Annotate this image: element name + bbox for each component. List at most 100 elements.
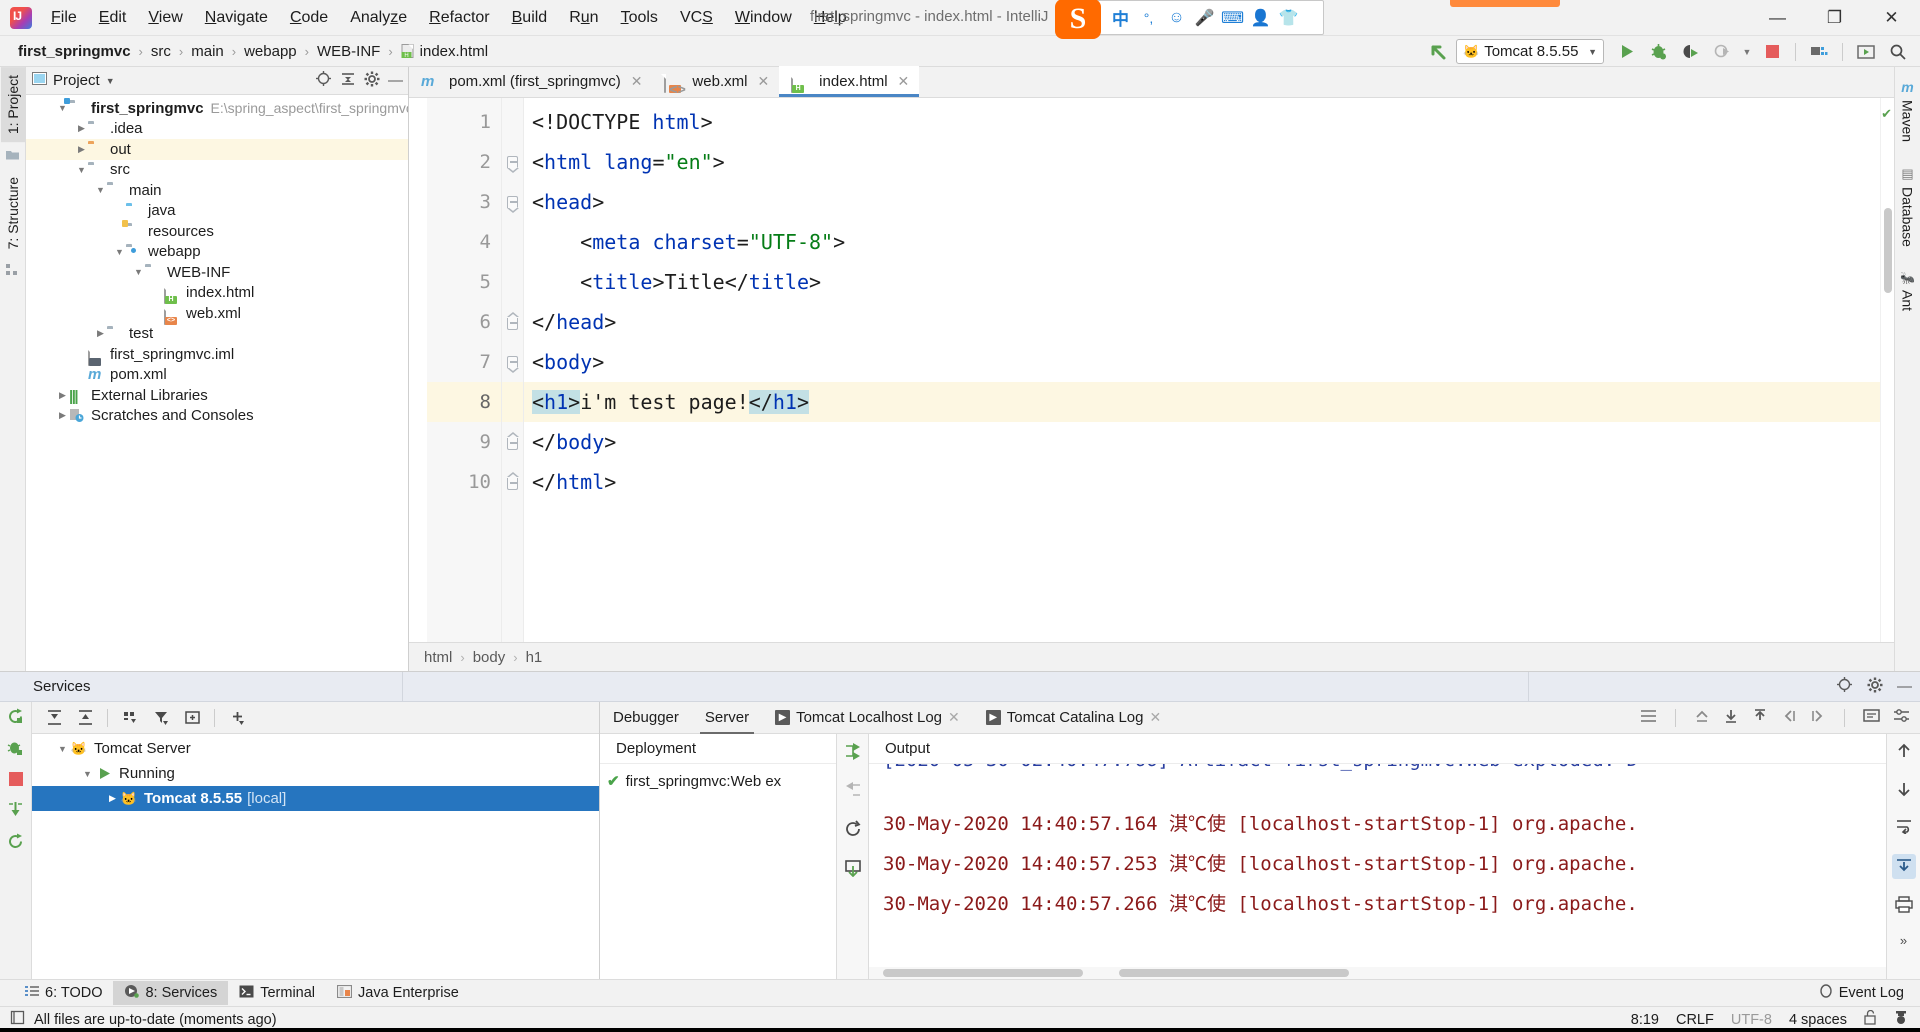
- settings-icon[interactable]: [1893, 708, 1910, 727]
- add-tab-icon[interactable]: [178, 706, 206, 730]
- code-folding-gutter[interactable]: [502, 98, 524, 642]
- collapse-all-icon[interactable]: [71, 706, 99, 730]
- scrollbar-thumb[interactable]: [1884, 208, 1892, 293]
- fold-open-icon[interactable]: [502, 182, 523, 222]
- twisty-expanded-icon[interactable]: ▼: [75, 165, 88, 175]
- menu-refactor[interactable]: Refactor: [418, 6, 500, 30]
- tree-node-index-html[interactable]: Hindex.html: [26, 283, 408, 305]
- editor-tab-pom.xml[interactable]: m pom.xml (first_springmvc) ✕: [409, 66, 652, 97]
- expand-all-icon[interactable]: [40, 706, 68, 730]
- editor-scrollbar[interactable]: ✔: [1880, 98, 1894, 642]
- twisty-collapsed-icon[interactable]: ▶: [56, 390, 69, 401]
- log-tab-tomcat-catalina-log[interactable]: ▶ Tomcat Catalina Log ✕: [973, 702, 1174, 734]
- twisty-expanded-icon[interactable]: ▼: [56, 744, 69, 754]
- hide-icon[interactable]: —: [1897, 679, 1912, 694]
- minimize-button[interactable]: —: [1749, 0, 1806, 36]
- close-log-tab-icon[interactable]: ✕: [948, 709, 960, 726]
- editor-breadcrumb-item-body[interactable]: body: [473, 649, 506, 666]
- download-icon[interactable]: [1723, 708, 1739, 728]
- run-button[interactable]: [1612, 39, 1640, 64]
- redeploy-icon[interactable]: [844, 820, 862, 841]
- code-line[interactable]: <head>: [524, 182, 1880, 222]
- clear-all-icon[interactable]: [1863, 708, 1880, 727]
- menu-vcs[interactable]: VCS: [669, 6, 724, 30]
- fold-close-icon[interactable]: [502, 302, 523, 342]
- twisty-expanded-icon[interactable]: ▼: [81, 769, 94, 779]
- fold-open-icon[interactable]: [502, 142, 523, 182]
- project-structure-button[interactable]: [1805, 39, 1833, 64]
- toolwindow-terminal[interactable]: Terminal: [228, 982, 326, 1005]
- event-log-button[interactable]: Event Log: [1819, 983, 1904, 1003]
- locate-icon[interactable]: [315, 70, 332, 91]
- close-tab-icon[interactable]: ✕: [757, 73, 769, 90]
- breadcrumb-item-src[interactable]: src: [147, 41, 175, 62]
- skin-icon[interactable]: 👕: [1275, 4, 1302, 31]
- project-tree[interactable]: ▼ first_springmvc E:\spring_aspect\first_s…: [26, 95, 408, 671]
- profiler-button[interactable]: [1708, 39, 1736, 64]
- menu-run[interactable]: Run: [558, 6, 609, 30]
- code-line[interactable]: </body>: [524, 422, 1880, 462]
- print-icon[interactable]: [1894, 896, 1913, 916]
- up-icon[interactable]: [1694, 708, 1710, 728]
- tree-node-first-springmvc[interactable]: ▼ first_springmvc E:\spring_aspect\first_s…: [26, 98, 408, 119]
- chevron-down-icon[interactable]: ▼: [106, 76, 115, 86]
- tree-node-external-libraries[interactable]: ▶ ||| External Libraries: [26, 385, 408, 406]
- services-node-tomcat-8.5.55[interactable]: ▶ 🐱 Tomcat 8.5.55 [local]: [32, 786, 599, 811]
- collapse-all-icon[interactable]: [340, 71, 356, 91]
- punctuation-icon[interactable]: °,: [1135, 4, 1162, 31]
- close-log-tab-icon[interactable]: ✕: [1149, 709, 1161, 726]
- scroll-to-end-icon[interactable]: [1895, 780, 1913, 801]
- maximize-button[interactable]: ❐: [1806, 0, 1863, 36]
- close-tab-icon[interactable]: ✕: [898, 73, 910, 90]
- rerun-icon[interactable]: [7, 708, 24, 729]
- toolwindow-todo[interactable]: 6: TODO: [14, 982, 113, 1004]
- menu-view[interactable]: View: [137, 6, 193, 30]
- log-tab-debugger[interactable]: Debugger: [600, 702, 692, 734]
- code-line[interactable]: <html lang="en">: [524, 142, 1880, 182]
- tree-node-main[interactable]: ▼ main: [26, 180, 408, 201]
- twisty-expanded-icon[interactable]: ▼: [132, 267, 145, 277]
- tree-node-first-springmvc-iml[interactable]: first_springmvc.iml: [26, 344, 408, 366]
- scroll-to-end-active-icon[interactable]: [1891, 854, 1916, 879]
- log-tab-server[interactable]: Server: [692, 702, 762, 734]
- code-line[interactable]: <!DOCTYPE html>: [524, 102, 1880, 142]
- twisty-expanded-icon[interactable]: ▼: [113, 247, 126, 257]
- group-icon[interactable]: [116, 706, 144, 730]
- fold-close-icon[interactable]: [502, 422, 523, 462]
- sidebar-item-ant[interactable]: 🐜 Ant: [1896, 265, 1920, 317]
- settings-gear-icon[interactable]: [364, 71, 380, 91]
- menu-analyze[interactable]: Analyze: [339, 6, 418, 30]
- deployment-list[interactable]: ✔ first_springmvc:Web ex: [600, 764, 836, 979]
- toolwindow-java-enterprise[interactable]: Java Enterprise: [326, 982, 470, 1005]
- code-line[interactable]: <h1>i'm test page!</h1>: [524, 382, 1880, 422]
- sidebar-item-project[interactable]: 1: Project: [0, 67, 25, 143]
- chevron-down-icon[interactable]: ▼: [1588, 47, 1597, 57]
- keyboard-icon[interactable]: ⌨: [1219, 4, 1246, 31]
- settings-gear-icon[interactable]: [1867, 677, 1883, 697]
- soft-wrap-icon[interactable]: [1895, 818, 1913, 837]
- line-separator[interactable]: CRLF: [1676, 1012, 1714, 1028]
- editor-breadcrumb-item-html[interactable]: html: [424, 649, 452, 666]
- twisty-collapsed-icon[interactable]: ▶: [75, 144, 88, 155]
- arrow-up-left-icon[interactable]: [1424, 39, 1452, 64]
- sidebar-item-structure[interactable]: 7: Structure: [1, 169, 25, 257]
- scroll-to-top-icon[interactable]: [1895, 742, 1913, 763]
- toolwindow-services[interactable]: 8: Services: [113, 981, 229, 1005]
- upload-icon[interactable]: [1752, 708, 1768, 728]
- tree-node-src[interactable]: ▼ src: [26, 160, 408, 181]
- update-app-button[interactable]: [1852, 39, 1880, 64]
- next-occurrence-icon[interactable]: [1810, 708, 1826, 728]
- deployment-item[interactable]: ✔ first_springmvc:Web ex: [600, 772, 836, 791]
- tree-node-web-inf[interactable]: ▼ WEB-INF: [26, 262, 408, 283]
- output-console[interactable]: [2020-05-30 02:40:47.766] Artifact first…: [869, 764, 1886, 979]
- chinese-mode-icon[interactable]: 中: [1107, 4, 1134, 31]
- file-encoding[interactable]: UTF-8: [1731, 1012, 1772, 1028]
- breadcrumb-item-index-html[interactable]: Hindex.html: [397, 41, 492, 62]
- debug-icon[interactable]: [7, 740, 24, 761]
- filter-icon[interactable]: [147, 706, 175, 730]
- ime-toolbar[interactable]: S 中 °, ☺ 🎤 ⌨ 👤 👕: [1055, 0, 1324, 39]
- twisty-expanded-icon[interactable]: ▼: [94, 185, 107, 195]
- tree-node-out[interactable]: ▶ out: [26, 139, 408, 160]
- tree-node-java[interactable]: java: [26, 201, 408, 222]
- refresh-icon[interactable]: [7, 833, 24, 854]
